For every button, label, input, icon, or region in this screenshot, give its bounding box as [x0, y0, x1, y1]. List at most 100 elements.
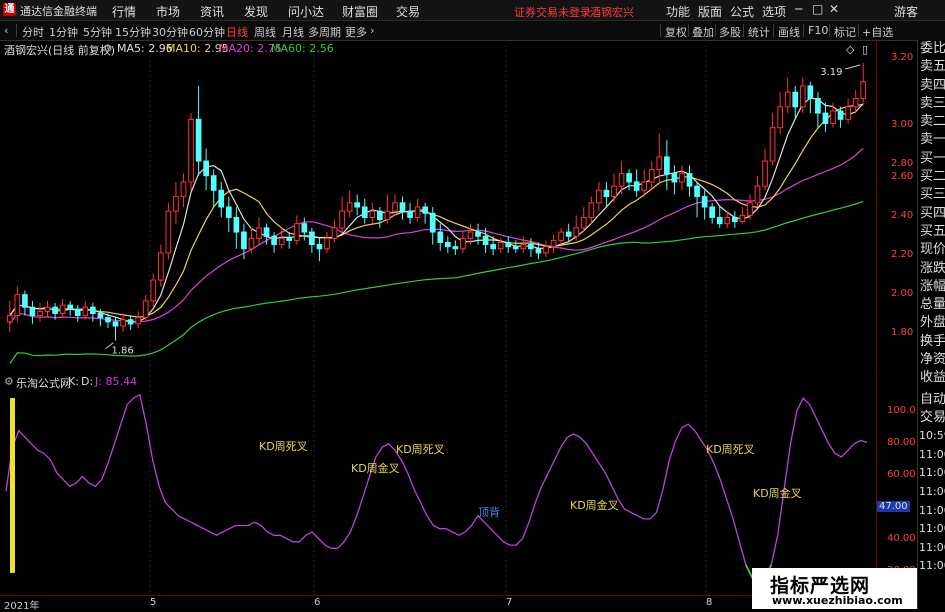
panel-item[interactable]: 涨幅: [918, 278, 945, 296]
toolbar-separator: [660, 24, 661, 37]
menu-item-xuanxiang[interactable]: 选项: [762, 3, 786, 20]
candle-body: [384, 210, 391, 221]
menu-item-zixun[interactable]: 资讯: [200, 3, 224, 20]
panel-toggle-icon[interactable]: ▯: [862, 43, 868, 56]
period-15min[interactable]: 15分钟: [115, 24, 151, 40]
period-5min[interactable]: 5分钟: [83, 24, 112, 40]
menu-item-jiaoyi[interactable]: 交易: [396, 3, 420, 20]
auto-trade-item[interactable]: 自动: [918, 391, 945, 409]
candle-body: [467, 231, 474, 239]
auto-trade-item[interactable]: 交易: [918, 409, 945, 427]
panel-item[interactable]: 总量: [918, 296, 945, 314]
menu-item-caifuquan[interactable]: 财富圈: [342, 3, 378, 20]
price-chart-area[interactable]: 3.19 1.86 酒钢宏兴(日线 前复权) ⚙ MA5: 2.96 MA10: …: [0, 40, 875, 374]
candle-body: [422, 206, 429, 214]
panel-item[interactable]: 卖一: [918, 131, 945, 149]
ind-current-value: 47.00: [877, 501, 910, 512]
draw-line-button[interactable]: 画线: [778, 24, 800, 40]
toolbar-prev-icon[interactable]: ‹: [4, 24, 8, 37]
statistics-button[interactable]: 统计: [748, 24, 770, 40]
candle-body: [248, 237, 255, 250]
toolbar-separator: [715, 24, 716, 37]
guest-label[interactable]: 游客: [894, 3, 918, 20]
panel-item[interactable]: 换手: [918, 333, 945, 351]
candle-body: [777, 106, 783, 129]
candle-body: [739, 214, 746, 223]
period-multi[interactable]: 多周期: [308, 24, 341, 40]
period-more[interactable]: 更多: [345, 24, 367, 40]
panel-item[interactable]: 收益: [918, 369, 945, 387]
menu-item-gongshi[interactable]: 公式: [730, 3, 754, 20]
price-axis: 3.20 3.00 2.80 2.60 2.40 2.20 2.00 1.80: [876, 40, 917, 374]
multi-stock-button[interactable]: 多股: [719, 24, 741, 40]
candle-body: [316, 244, 323, 250]
menu-item-wenxiaoda[interactable]: 问小达: [288, 3, 324, 20]
tick-time: 11:00: [919, 503, 945, 517]
panel-item[interactable]: 涨跌: [918, 260, 945, 278]
fuquan-button[interactable]: 复权: [665, 24, 687, 40]
close-icon[interactable]: ✕: [829, 2, 839, 16]
period-30min[interactable]: 30分钟: [152, 24, 188, 40]
period-daily[interactable]: 日线: [226, 24, 248, 40]
indicator-settings-icon[interactable]: ⚙: [4, 375, 14, 388]
candle-body: [377, 210, 383, 221]
add-favorite-button[interactable]: +自选: [862, 24, 893, 40]
f10-button[interactable]: F10: [808, 24, 828, 37]
panel-item[interactable]: 卖二: [918, 113, 945, 131]
price-chart[interactable]: 3.19 1.86: [0, 40, 875, 374]
candle-body: [648, 168, 655, 183]
panel-item[interactable]: 买一: [918, 150, 945, 168]
ind-tick: 60.00: [887, 469, 916, 480]
candle-body: [301, 223, 308, 233]
panel-item[interactable]: 买四: [918, 205, 945, 223]
panel-item[interactable]: 买二: [918, 168, 945, 186]
panel-item[interactable]: 卖五: [918, 58, 945, 76]
mark-button[interactable]: 标记: [834, 24, 856, 40]
indicator-name[interactable]: 乐淘公式网: [16, 375, 71, 391]
panel-item[interactable]: 委比: [918, 40, 945, 58]
panel-item[interactable]: 净资: [918, 351, 945, 369]
panel-item[interactable]: 外盘: [918, 314, 945, 332]
ma5-line: [9, 97, 864, 323]
panel-item[interactable]: 卖四: [918, 77, 945, 95]
stock-title[interactable]: 酒钢宏兴(日线 前复权): [4, 42, 115, 58]
low-annotation: 1.86: [112, 346, 134, 357]
menu-item-hangqing[interactable]: 行情: [112, 3, 136, 20]
panel-item[interactable]: 买三: [918, 186, 945, 204]
candle-body: [150, 279, 157, 302]
menu-item-gongneng[interactable]: 功能: [666, 3, 690, 20]
candle-body: [656, 156, 663, 170]
watermark-url: www.xuezhibiao.com: [772, 594, 903, 607]
menu-item-banmian[interactable]: 版面: [698, 3, 722, 20]
candle-body: [535, 248, 542, 254]
candle-body: [716, 216, 723, 225]
panel-item[interactable]: 现价: [918, 241, 945, 259]
period-60min[interactable]: 60分钟: [189, 24, 225, 40]
candle-body: [346, 202, 353, 212]
period-monthly[interactable]: 月线: [282, 24, 304, 40]
tick-time: 11:00: [919, 559, 945, 573]
period-1min[interactable]: 1分钟: [49, 24, 78, 40]
menu-item-faxian[interactable]: 发现: [244, 3, 268, 20]
high-annotation: 3.19: [820, 67, 842, 78]
settings-gear-icon[interactable]: ⚙: [103, 42, 113, 55]
candle-body: [120, 319, 126, 327]
current-stock-alert[interactable]: 酒钢宏兴: [590, 4, 634, 20]
minimize-icon[interactable]: ─: [795, 2, 802, 16]
menu-item-shichang[interactable]: 市场: [156, 3, 180, 20]
candle-body: [293, 223, 300, 241]
candle-body: [44, 306, 51, 312]
candle-body: [105, 317, 111, 323]
period-fenshi[interactable]: 分时: [22, 24, 44, 40]
panel-item[interactable]: 买五: [918, 223, 945, 241]
indicator-area[interactable]: ⚙ 乐淘公式网 K: D: J: 85.44 KD周死叉 KD周金叉 KD周死叉…: [0, 375, 875, 595]
panel-item[interactable]: 卖三: [918, 95, 945, 113]
ind-tick: 80.00: [887, 437, 916, 448]
overlay-button[interactable]: 叠加: [692, 24, 714, 40]
diamond-icon[interactable]: ◇: [846, 43, 854, 56]
period-weekly[interactable]: 周线: [254, 24, 276, 40]
trade-login-alert[interactable]: 证券交易未登录: [514, 4, 591, 20]
more-chevron-icon[interactable]: ›: [370, 24, 374, 37]
indicator-chart[interactable]: [0, 375, 875, 595]
maximize-icon[interactable]: □: [812, 2, 823, 16]
